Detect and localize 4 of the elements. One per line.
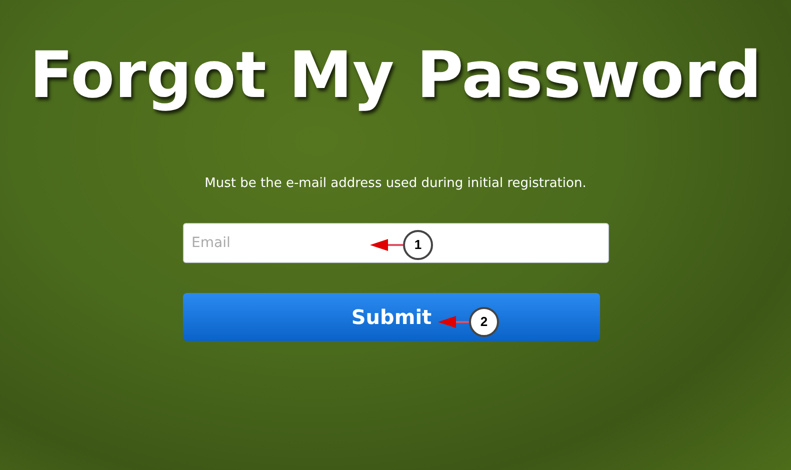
page-title: Forgot My Password — [29, 38, 762, 114]
arrow-icon — [370, 239, 403, 251]
arrow-icon — [438, 316, 469, 328]
hint-text: Must be the e-mail address used during initial registration. — [204, 175, 586, 193]
